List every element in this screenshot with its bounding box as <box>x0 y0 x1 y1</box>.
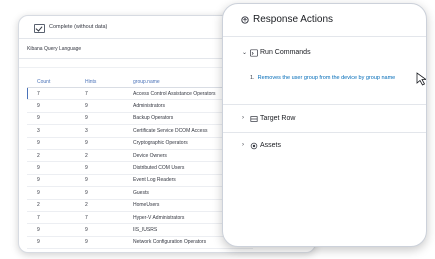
section-run-commands: ⌄ Run Commands 1. Removes the user group… <box>223 40 426 105</box>
table-row[interactable]: 2 2 Device Owners <box>27 149 253 163</box>
table-row[interactable]: 3 3 Certificate Service DCOM Access <box>27 124 253 138</box>
section-assets: › Assets <box>223 133 426 159</box>
cell-hints: 9 <box>85 186 133 200</box>
cell-count: 7 <box>27 211 85 225</box>
cell-hints: 7 <box>85 87 133 101</box>
column-header-hints[interactable]: Hints <box>85 76 133 88</box>
cell-count: 9 <box>27 161 85 175</box>
table-header-row: Count Hints group.name <box>27 76 253 88</box>
cell-hints: 9 <box>85 137 133 150</box>
table-row[interactable]: 9 9 Event Log Readers <box>27 174 253 188</box>
checkbox-check-icon <box>34 24 45 33</box>
asset-icon <box>250 142 258 150</box>
terminal-icon <box>250 49 258 57</box>
table-row[interactable]: 9 9 Distributed COM Users <box>27 161 253 175</box>
table-row[interactable]: 7 7 Hyper-V Administrators <box>27 211 253 225</box>
results-table: Count Hints group.name 7 7 Access Control … <box>27 76 253 250</box>
cell-hints: 2 <box>85 149 133 163</box>
cell-count: 9 <box>27 137 85 150</box>
status-label: Complete (without data) <box>49 24 108 30</box>
response-actions-panel: Response Actions ⌄ Run Commands 1. Remov… <box>222 3 427 247</box>
response-actions-icon <box>241 16 249 24</box>
section-target-row: › Target Row <box>223 106 426 133</box>
chevron-right-icon[interactable]: › <box>242 115 244 121</box>
cell-count: 9 <box>27 186 85 200</box>
cell-count: 9 <box>27 223 85 237</box>
command-link[interactable]: Removes the user group from the device b… <box>258 75 396 81</box>
cell-count: 9 <box>27 174 85 188</box>
column-header-count[interactable]: Count <box>27 76 85 88</box>
cell-hints: 3 <box>85 124 133 138</box>
cell-hints: 9 <box>85 99 133 113</box>
table-row[interactable]: 9 9 Guests <box>27 186 253 200</box>
cell-hints: 9 <box>85 223 133 237</box>
chevron-right-icon[interactable]: › <box>242 142 244 148</box>
cell-count: 2 <box>27 199 85 212</box>
command-number: 1. <box>250 75 255 81</box>
table-row[interactable]: 9 9 IIS_IUSRS <box>27 223 253 237</box>
cell-hints: 9 <box>85 112 133 126</box>
section-label-assets[interactable]: Assets <box>260 142 281 149</box>
cell-hints: 7 <box>85 211 133 225</box>
cell-count: 7 <box>27 87 85 101</box>
panel-title: Response Actions <box>253 14 334 25</box>
table-row[interactable]: 9 9 Network Configuration Operators <box>27 236 253 250</box>
mouse-pointer-icon <box>416 72 426 86</box>
cell-hints: 9 <box>85 161 133 175</box>
cell-count: 9 <box>27 236 85 250</box>
table-row[interactable]: 7 7 Access Control Assistance Operators <box>27 87 253 101</box>
query-language-label[interactable]: Kibana Query Language <box>27 46 81 52</box>
cell-count: 9 <box>27 112 85 126</box>
table-row[interactable]: 9 9 Administrators <box>27 99 253 113</box>
table-row[interactable]: 9 9 Cryptographic Operators <box>27 137 253 150</box>
panel-header: Response Actions <box>223 4 426 37</box>
cell-hints: 2 <box>85 199 133 212</box>
chevron-down-icon[interactable]: ⌄ <box>242 49 247 56</box>
section-label-target-row[interactable]: Target Row <box>260 115 295 122</box>
cell-hints: 9 <box>85 174 133 188</box>
section-label-run-commands[interactable]: Run Commands <box>260 49 311 56</box>
cell-hints: 9 <box>85 236 133 250</box>
cell-count: 2 <box>27 149 85 163</box>
table-row-icon <box>250 116 258 122</box>
cell-count: 9 <box>27 99 85 113</box>
cell-count: 3 <box>27 124 85 138</box>
command-item[interactable]: 1. Removes the user group from the devic… <box>250 75 395 81</box>
table-row[interactable]: 9 9 Backup Operators <box>27 112 253 126</box>
table-row[interactable]: 2 2 HomeUsers <box>27 199 253 212</box>
